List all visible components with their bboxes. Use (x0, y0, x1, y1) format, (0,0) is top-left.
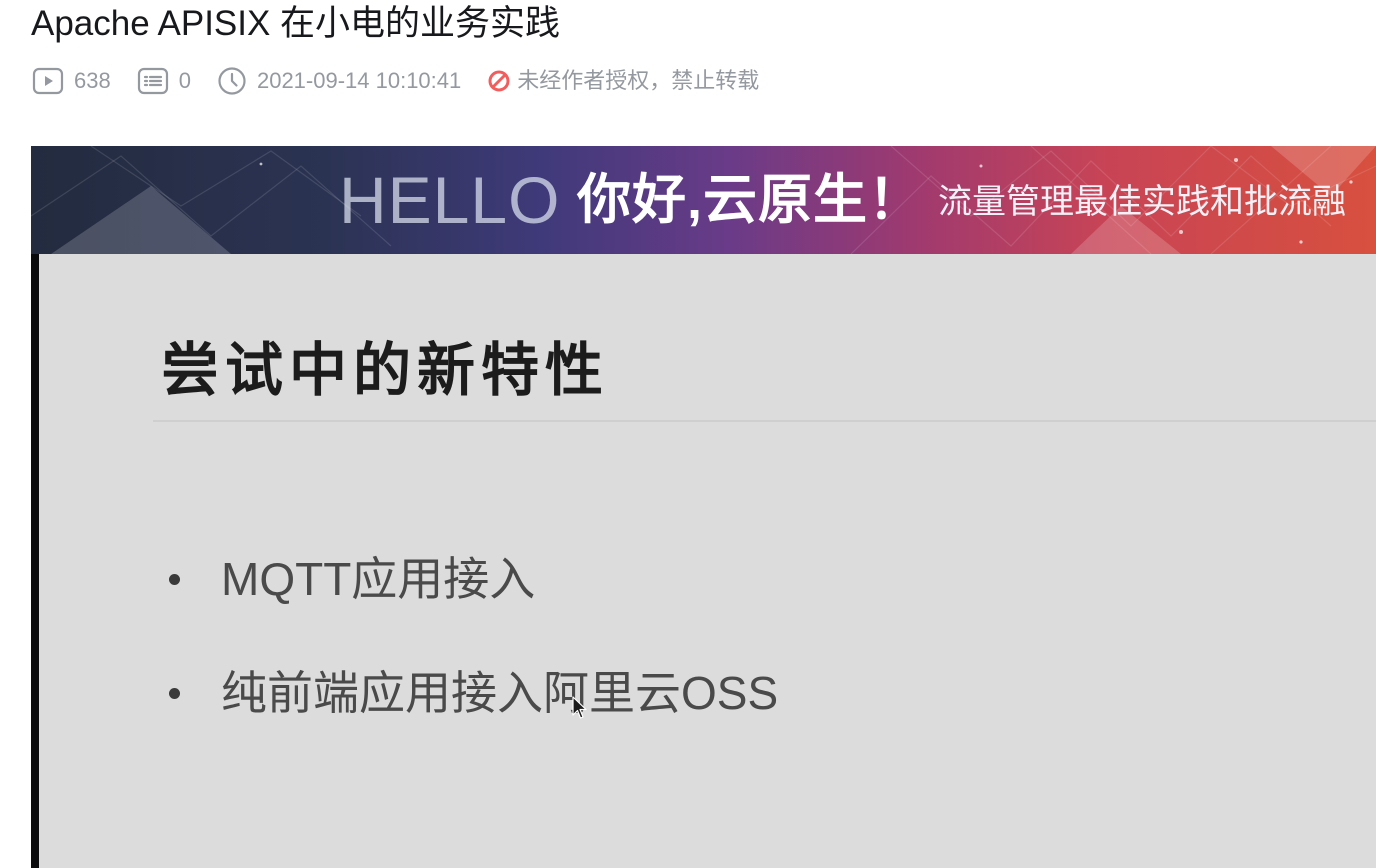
slide-bullet-2: 纯前端应用接入阿里云OSS (169, 663, 778, 723)
bullet-dot-icon (169, 573, 180, 585)
publish-time: 2021-09-14 10:10:41 (217, 64, 461, 98)
video-meta-row: 638 0 2021-09-14 10:10:41 未经作者授权，禁止转载 (32, 64, 759, 98)
bullet-dot-icon (169, 687, 180, 699)
bullet-text: 纯前端应用接入阿里云OSS (221, 667, 779, 719)
slide-bullet-1: MQTT应用接入 (169, 549, 535, 609)
video-player[interactable]: HELLO 你好,云原生！ 流量管理最佳实践和批流融 尝试中的新特性 MQTT应… (31, 146, 1376, 868)
copyright-notice-text: 未经作者授权，禁止转载 (517, 68, 760, 93)
banner-main-text: 你好,云原生！ (577, 170, 924, 230)
banner-hello-text: HELLO (339, 163, 561, 237)
danmaku-count: 0 (137, 64, 191, 98)
copyright-notice: 未经作者授权，禁止转载 (487, 64, 759, 98)
danmaku-count-value: 0 (178, 68, 191, 93)
video-page: Apache APISIX 在小电的业务实践 638 0 2021-09-14 … (0, 0, 1376, 868)
clock-icon (217, 66, 247, 96)
bullet-text: MQTT应用接入 (221, 553, 536, 605)
play-icon (32, 67, 64, 95)
slide-banner: HELLO 你好,云原生！ 流量管理最佳实践和批流融 (31, 146, 1376, 254)
slide-divider (153, 420, 1376, 422)
danmaku-icon (137, 67, 169, 95)
mouse-cursor-icon (572, 696, 588, 725)
play-count-value: 638 (74, 68, 111, 93)
slide-content: 尝试中的新特性 MQTT应用接入 纯前端应用接入阿里云OSS (39, 254, 1376, 868)
video-title: Apache APISIX 在小电的业务实践 (31, 4, 561, 43)
publish-time-value: 2021-09-14 10:10:41 (256, 68, 462, 93)
slide-heading: 尝试中的新特性 (161, 338, 610, 403)
banner-subtitle: 流量管理最佳实践和批流融 (938, 183, 1346, 221)
play-count: 638 (32, 64, 111, 98)
forbid-icon (487, 69, 511, 93)
